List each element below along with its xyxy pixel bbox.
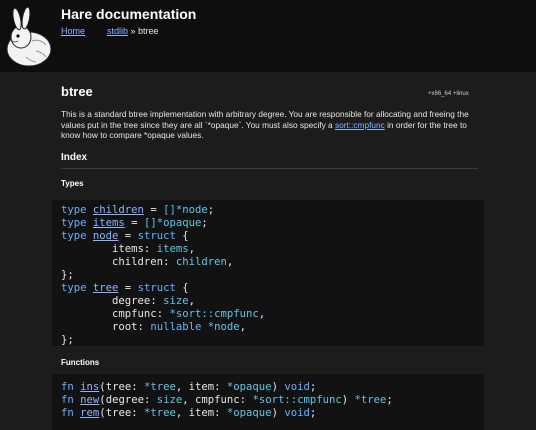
page-title: btree bbox=[61, 84, 93, 99]
type-items-decl: type items = []*opaque; bbox=[61, 217, 208, 229]
fn-ins-decl: fn ins(tree: *tree, item: *opaque) void; bbox=[61, 381, 317, 393]
site-title: Hare documentation bbox=[61, 6, 197, 22]
rem-function-link[interactable]: rem bbox=[80, 407, 99, 419]
hare-rabbit-logo[interactable] bbox=[2, 5, 54, 69]
ins-function-link[interactable]: ins bbox=[80, 381, 99, 393]
index-heading: Index bbox=[61, 152, 88, 163]
fn-new-decl: fn new(degree: size, cmpfunc: *sort::cmp… bbox=[61, 394, 393, 406]
nav-home-link[interactable]: Home bbox=[61, 26, 85, 36]
items-type-link[interactable]: items bbox=[93, 217, 125, 229]
field-children: children: children, bbox=[112, 256, 234, 268]
node-struct-close: }; bbox=[61, 269, 74, 281]
module-description: This is a standard btree implementation … bbox=[61, 109, 478, 141]
tree-struct-close: }; bbox=[61, 334, 74, 346]
cmpfunc-link[interactable]: sort::cmpfunc bbox=[335, 120, 385, 130]
new-function-link[interactable]: new bbox=[80, 394, 99, 406]
type-children-decl: type children = []*node; bbox=[61, 204, 215, 216]
breadcrumb-current: btree bbox=[138, 26, 159, 36]
field-root: root: nullable *node, bbox=[112, 321, 247, 333]
field-items: items: items, bbox=[112, 243, 195, 255]
site-header: Hare documentation Home stdlib » btree bbox=[0, 0, 536, 72]
types-heading: Types bbox=[61, 179, 84, 188]
functions-heading: Functions bbox=[61, 358, 100, 367]
types-code-block: type children = []*node; type items = []… bbox=[52, 200, 484, 346]
main-content: btree +x86_64 +linux This is a standard … bbox=[0, 72, 536, 430]
breadcrumb-separator: » bbox=[128, 26, 139, 36]
breadcrumb: Home stdlib » btree bbox=[61, 26, 159, 36]
node-type-link[interactable]: node bbox=[93, 230, 119, 242]
fn-rem-decl: fn rem(tree: *tree, item: *opaque) void; bbox=[61, 407, 317, 419]
type-tree-decl: type tree = struct { bbox=[61, 282, 189, 294]
children-type-link[interactable]: children bbox=[93, 204, 144, 216]
type-node-decl: type node = struct { bbox=[61, 230, 189, 242]
field-degree: degree: size, bbox=[112, 295, 195, 307]
field-cmpfunc: cmpfunc: *sort::cmpfunc, bbox=[112, 308, 266, 320]
tree-type-link[interactable]: tree bbox=[93, 282, 119, 294]
platform-tags: +x86_64 +linux bbox=[428, 91, 469, 97]
divider bbox=[61, 168, 478, 169]
functions-code-block: fn ins(tree: *tree, item: *opaque) void;… bbox=[52, 374, 484, 430]
nav-stdlib-link[interactable]: stdlib bbox=[107, 26, 128, 36]
